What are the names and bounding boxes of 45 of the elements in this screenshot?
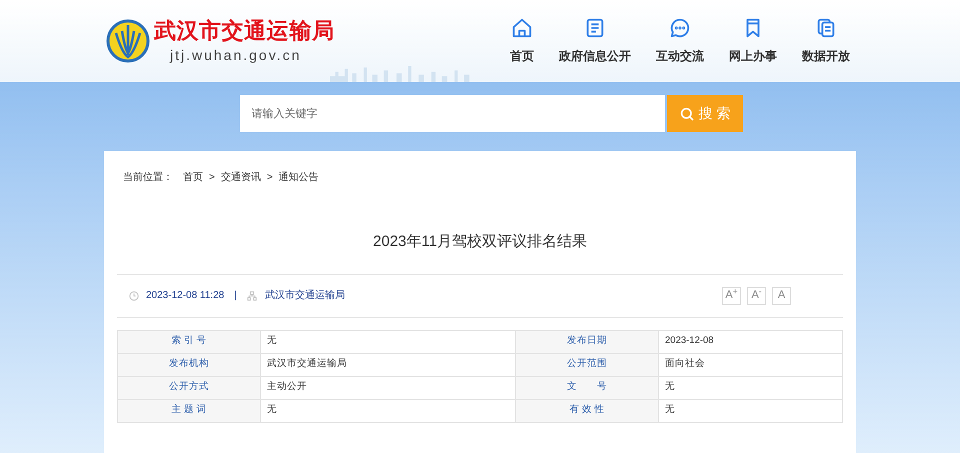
field-value: 无 xyxy=(260,330,516,353)
breadcrumb-separator: > xyxy=(266,171,273,185)
sitemap-icon xyxy=(246,290,257,300)
breadcrumb-separator: > xyxy=(209,171,215,185)
field-value: 2023-12-08 xyxy=(658,330,842,353)
breadcrumb-label: 当前位置： xyxy=(123,170,173,185)
breadcrumb-link[interactable]: 通知公告 xyxy=(278,170,319,185)
field-value: 武汉市交通运输局 xyxy=(260,353,516,376)
field-label: 发布机构 xyxy=(118,353,260,376)
font-size-button[interactable]: A xyxy=(772,286,791,304)
clock-icon xyxy=(129,290,139,300)
nav-link[interactable]: 互动交流 xyxy=(656,17,704,65)
site-domain: jtj.wuhan.gov.cn xyxy=(170,46,302,65)
nav-link[interactable]: 政府信息公开 xyxy=(559,17,631,65)
font-size-button[interactable]: A$^{-}$ xyxy=(747,286,766,304)
article-source: 武汉市交通运输局 xyxy=(264,288,345,303)
field-label: 有 效 性 xyxy=(516,399,658,422)
field-value: 面向社会 xyxy=(658,353,842,376)
meta-divider: | xyxy=(234,289,237,303)
field-label: 文 号 xyxy=(516,376,658,399)
nav-link[interactable]: 网上办事 xyxy=(729,17,777,65)
breadcrumb-link[interactable]: 交通资讯 xyxy=(220,170,261,185)
field-label: 主 题 词 xyxy=(118,399,260,422)
files-icon xyxy=(815,17,837,39)
publish-date: 2023-12-08 11:28 xyxy=(146,289,224,303)
field-value: 无 xyxy=(658,376,842,399)
field-label: 索 引 号 xyxy=(118,330,260,353)
site-name: 武汉市交通运输局 xyxy=(154,16,334,44)
nav-link[interactable]: 首页 xyxy=(510,17,534,65)
field-value: 无 xyxy=(260,399,516,422)
field-value: 主动公开 xyxy=(260,376,516,399)
field-label: 公开范围 xyxy=(516,353,658,376)
font-size-button[interactable]: A$^{+}$ xyxy=(722,286,741,304)
logo-icon xyxy=(106,19,150,63)
field-value: 无 xyxy=(658,399,842,422)
search-field[interactable]: 请输入关键字 xyxy=(240,95,664,132)
article-title: 2023年11月驾校双评议排名结果 xyxy=(373,232,587,252)
nav-link[interactable]: 数据开放 xyxy=(802,17,850,65)
search-icon xyxy=(678,106,695,122)
breadcrumb-link[interactable]: 首页 xyxy=(183,170,203,185)
home-icon xyxy=(511,17,533,39)
chat-bubble-icon xyxy=(669,17,691,39)
field-label: 发布日期 xyxy=(516,330,658,353)
field-label: 公开方式 xyxy=(118,376,260,399)
document-icon xyxy=(584,17,606,39)
